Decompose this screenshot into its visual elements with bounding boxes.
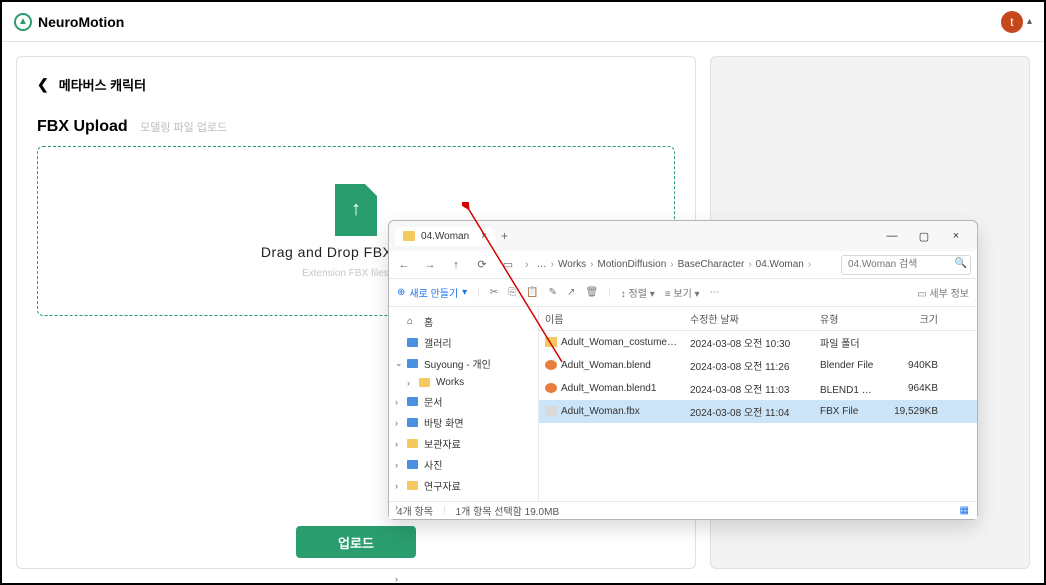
search-icon: 🔍 <box>955 258 967 269</box>
chevron-right-icon: › <box>551 259 554 270</box>
breadcrumb-item[interactable]: … <box>537 259 547 270</box>
sidebar-item[interactable]: ›Works <box>389 374 538 391</box>
details-pane-button[interactable]: ▭ 세부 정보 <box>917 285 969 300</box>
avatar: t <box>1001 11 1023 33</box>
breadcrumb-item[interactable]: 04.Woman <box>756 259 804 270</box>
sort-button[interactable]: ↕ 정렬 ▾ <box>621 285 655 300</box>
nav-home-icon[interactable]: ▭ <box>499 258 517 271</box>
delete-icon[interactable]: 🗑 <box>585 287 598 298</box>
user-menu[interactable]: t ▴ <box>1001 11 1032 33</box>
expand-icon[interactable]: › <box>395 418 398 428</box>
yellow-icon <box>407 481 418 490</box>
expand-icon[interactable]: › <box>395 481 398 491</box>
brand-text: NeuroMotion <box>38 14 124 30</box>
file-row[interactable]: Adult_Woman_costume_002024-03-08 오전 10:3… <box>539 331 977 354</box>
col-name[interactable]: 이름 <box>539 307 684 330</box>
chevron-right-icon: › <box>748 259 751 270</box>
nav-back-icon[interactable]: ← <box>395 259 413 271</box>
expand-icon[interactable]: › <box>395 460 398 470</box>
caret-down-icon: ▴ <box>1027 16 1032 27</box>
chevron-right-icon: › <box>670 259 673 270</box>
nav-up-icon[interactable]: ↑ <box>447 259 465 271</box>
back-label: 메타버스 캐릭터 <box>59 75 146 94</box>
yellow-icon <box>407 439 418 448</box>
nav-refresh-icon[interactable]: ⟳ <box>473 258 491 271</box>
chevron-right-icon: › <box>590 259 593 270</box>
yellow-icon <box>419 378 430 387</box>
explorer-titlebar[interactable]: 04.Woman × + — ▢ × <box>389 221 977 251</box>
file-explorer-window: 04.Woman × + — ▢ × ← → ↑ ⟳ ▭ › …›Works›M… <box>388 220 978 520</box>
file-upload-icon: ↑ <box>335 184 377 236</box>
list-header: 이름 수정한 날짜 유형 크기 <box>539 307 977 331</box>
expand-icon[interactable]: › <box>395 439 398 449</box>
file-row[interactable]: Adult_Woman.fbx2024-03-08 오전 11:04FBX Fi… <box>539 400 977 423</box>
new-button[interactable]: ⊕ 새로 만들기 ▾ <box>397 285 467 300</box>
expand-icon[interactable]: › <box>395 397 398 407</box>
chevron-left-icon[interactable]: ❮ <box>37 76 49 93</box>
search-input[interactable] <box>841 255 971 275</box>
col-size[interactable]: 크기 <box>884 307 944 330</box>
file-row[interactable]: Adult_Woman.blend2024-03-08 오전 11:26Blen… <box>539 354 977 377</box>
cut-icon[interactable]: ✂ <box>490 287 498 298</box>
close-tab-icon[interactable]: × <box>481 231 487 242</box>
home-icon: ⌂ <box>407 316 418 327</box>
breadcrumb-item[interactable]: BaseCharacter <box>678 259 745 270</box>
sidebar-item[interactable]: ›바탕 화면 <box>389 412 538 433</box>
minimize-button[interactable]: — <box>877 226 907 246</box>
breadcrumb-item[interactable]: MotionDiffusion <box>598 259 667 270</box>
sidebar-item[interactable]: ›보관자료 <box>389 433 538 454</box>
folder-icon <box>545 337 557 347</box>
brand-logo-icon: ▲ <box>14 13 32 31</box>
blue-icon <box>407 460 418 469</box>
sidebar-item[interactable]: ›사진 <box>389 454 538 475</box>
rename-icon[interactable]: ✎ <box>549 287 557 298</box>
paste-icon[interactable]: 📋 <box>526 287 538 298</box>
view-mode-icon[interactable]: ▦ <box>960 505 969 516</box>
sidebar-item[interactable]: ⌄Suyoung - 개인 <box>389 353 538 374</box>
section-subtitle: 모델링 파일 업로드 <box>140 122 227 134</box>
sidebar-item[interactable]: ›문서 <box>389 391 538 412</box>
upload-button[interactable]: 업로드 <box>296 526 416 558</box>
explorer-sidebar: ⌂홈갤러리⌄Suyoung - 개인›Works›문서›바탕 화면›보관자료›사… <box>389 307 539 501</box>
blue-icon <box>407 397 418 406</box>
blue-icon <box>407 338 418 347</box>
share-icon[interactable]: ↗ <box>567 287 575 298</box>
file-row[interactable]: Adult_Woman.blend12024-03-08 오전 11:03BLE… <box>539 377 977 400</box>
view-button[interactable]: ≡ 보기 ▾ <box>665 285 700 300</box>
sidebar-item[interactable]: 갤러리 <box>389 332 538 353</box>
topbar: ▲ NeuroMotion t ▴ <box>2 2 1044 42</box>
close-button[interactable]: × <box>941 226 971 246</box>
section-title: FBX Upload 모델링 파일 업로드 <box>37 118 675 136</box>
brand: ▲ NeuroMotion <box>14 13 124 31</box>
chevron-right-icon: › <box>808 259 811 270</box>
folder-icon <box>403 231 415 241</box>
nav-forward-icon[interactable]: → <box>421 259 439 271</box>
expand-icon[interactable]: ⌄ <box>395 358 403 369</box>
blend-icon <box>545 383 557 393</box>
explorer-tab[interactable]: 04.Woman × <box>395 227 495 246</box>
copy-icon[interactable]: ⎘ <box>508 287 516 298</box>
sidebar-item[interactable]: ⌂홈 <box>389 311 538 332</box>
back-row[interactable]: ❮ 메타버스 캐릭터 <box>37 75 675 94</box>
more-icon[interactable]: ⋯ <box>710 287 720 298</box>
status-selected: 1개 항목 선택함 19.0MB <box>456 503 560 518</box>
fbx-icon <box>545 406 557 416</box>
breadcrumb-item[interactable]: Works <box>558 259 586 270</box>
status-count: 4개 항목 <box>397 503 433 518</box>
breadcrumb[interactable]: …›Works›MotionDiffusion›BaseCharacter›04… <box>537 259 833 270</box>
col-date[interactable]: 수정한 날짜 <box>684 307 814 330</box>
expand-icon[interactable]: › <box>407 378 410 388</box>
blend-icon <box>545 360 557 370</box>
maximize-button[interactable]: ▢ <box>909 226 939 246</box>
sidebar-item[interactable]: ›연구자료 <box>389 475 538 496</box>
blue-icon <box>407 359 418 368</box>
explorer-nav-toolbar: ← → ↑ ⟳ ▭ › …›Works›MotionDiffusion›Base… <box>389 251 977 279</box>
explorer-actions-toolbar: ⊕ 새로 만들기 ▾ | ✂ ⎘ 📋 ✎ ↗ 🗑 | ↕ 정렬 ▾ ≡ 보기 ▾… <box>389 279 977 307</box>
explorer-file-list: 이름 수정한 날짜 유형 크기 Adult_Woman_costume_0020… <box>539 307 977 501</box>
col-type[interactable]: 유형 <box>814 307 884 330</box>
explorer-statusbar: 4개 항목 | 1개 항목 선택함 19.0MB ▦ <box>389 501 977 519</box>
blue-icon <box>407 418 418 427</box>
new-tab-button[interactable]: + <box>501 229 508 243</box>
